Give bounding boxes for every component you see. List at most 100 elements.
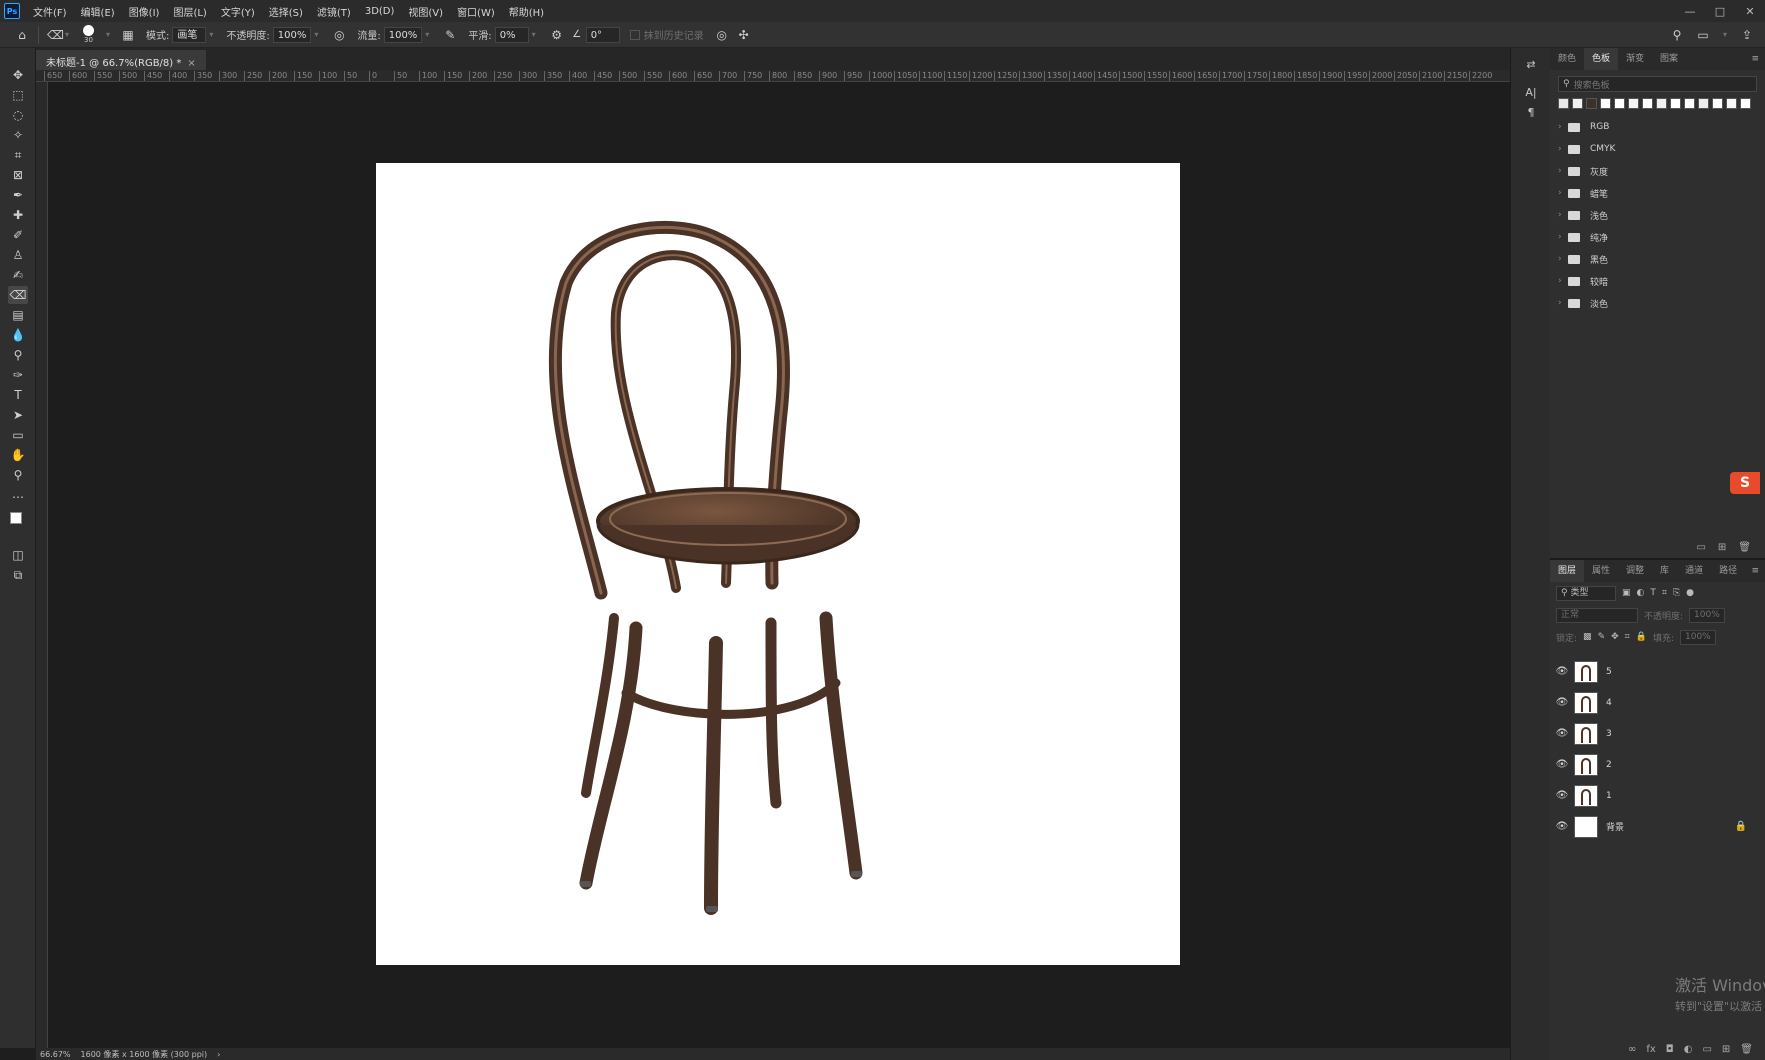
filter-adjustment-icon[interactable]: ◐ xyxy=(1637,588,1645,598)
layer-mask-icon[interactable]: ◘ xyxy=(1666,1044,1674,1055)
eye-icon[interactable]: 👁 xyxy=(1550,821,1574,832)
menu-type[interactable]: 文字(Y) xyxy=(214,4,262,19)
quick-mask-icon[interactable]: ◫ xyxy=(8,546,28,564)
document-canvas[interactable] xyxy=(376,163,1180,965)
layer-name[interactable]: 4 xyxy=(1606,698,1612,708)
layer-row[interactable]: 👁 背景 🔒 xyxy=(1550,811,1765,842)
close-window-button[interactable]: ✕ xyxy=(1735,5,1765,18)
history-panel-icon[interactable]: ⇄ xyxy=(1521,58,1541,76)
new-layer-icon[interactable]: ⊞ xyxy=(1722,1044,1730,1055)
paragraph-panel-icon[interactable]: ¶ xyxy=(1521,106,1541,124)
move-tool-icon[interactable]: ✥ xyxy=(8,66,28,84)
layer-style-icon[interactable]: fx xyxy=(1646,1044,1655,1055)
crop-tool-icon[interactable]: ⌗ xyxy=(8,146,28,164)
recent-swatch[interactable] xyxy=(1642,98,1653,109)
chevron-right-icon[interactable]: › xyxy=(1558,166,1568,176)
frame-tool-icon[interactable]: ⊠ xyxy=(8,166,28,184)
swatch-folder[interactable]: › 淡色 xyxy=(1550,292,1765,314)
symmetry-icon[interactable]: ✣ xyxy=(736,28,752,42)
brush-settings-icon[interactable]: ▦ xyxy=(120,28,136,42)
menu-view[interactable]: 视图(V) xyxy=(401,4,450,19)
swatch-folder[interactable]: › 蜡笔 xyxy=(1550,182,1765,204)
pressure-size-icon[interactable]: ◎ xyxy=(714,28,730,42)
new-group-icon[interactable]: ▭ xyxy=(1696,542,1705,553)
menu-help[interactable]: 帮助(H) xyxy=(502,4,551,19)
home-icon[interactable]: ⌂ xyxy=(14,28,30,42)
chevron-right-icon[interactable]: › xyxy=(1558,188,1568,198)
hand-tool-icon[interactable]: ✋ xyxy=(8,446,28,464)
layer-opacity-input[interactable]: 100% xyxy=(1689,607,1725,623)
tab-channels[interactable]: 通道 xyxy=(1677,560,1711,582)
dodge-tool-icon[interactable]: ⚲ xyxy=(8,346,28,364)
eraser-tool-preset-icon[interactable]: ⌫ xyxy=(47,28,64,42)
recent-swatch[interactable] xyxy=(1656,98,1667,109)
fill-input[interactable]: 100% xyxy=(1680,629,1716,645)
chevron-down-icon[interactable]: ▾ xyxy=(63,30,71,39)
airbrush-icon[interactable]: ✎ xyxy=(442,28,458,42)
filter-pixel-icon[interactable]: ▣ xyxy=(1622,588,1631,598)
tab-gradients[interactable]: 渐变 xyxy=(1618,48,1652,70)
filter-shape-icon[interactable]: ⌗ xyxy=(1662,588,1667,598)
lock-position-icon[interactable]: ✥ xyxy=(1611,632,1619,642)
swatch-folder[interactable]: › RGB xyxy=(1550,116,1765,138)
swatch-folder[interactable]: › CMYK xyxy=(1550,138,1765,160)
filter-type-icon[interactable]: T xyxy=(1650,588,1656,598)
brush-tool-icon[interactable]: ✐ xyxy=(8,226,28,244)
close-tab-icon[interactable]: × xyxy=(187,58,195,69)
eye-icon[interactable]: 👁 xyxy=(1550,759,1574,770)
chevron-down-icon[interactable]: ▾ xyxy=(104,30,112,39)
tab-patterns[interactable]: 图案 xyxy=(1652,48,1686,70)
history-brush-tool-icon[interactable]: ✍ xyxy=(8,266,28,284)
chevron-down-icon[interactable]: ▾ xyxy=(1721,30,1729,39)
zoom-tool-icon[interactable]: ⚲ xyxy=(8,466,28,484)
tab-libraries[interactable]: 库 xyxy=(1652,560,1677,582)
foreground-color[interactable] xyxy=(10,512,22,524)
panel-menu-icon[interactable]: ≡ xyxy=(1751,566,1759,576)
canvas-area[interactable] xyxy=(48,82,1510,1048)
chevron-right-icon[interactable]: › xyxy=(1558,254,1568,264)
color-swatches[interactable] xyxy=(8,510,28,540)
rectangle-tool-icon[interactable]: ▭ xyxy=(8,426,28,444)
lock-all-icon[interactable]: 🔒 xyxy=(1636,632,1647,642)
layer-row[interactable]: 👁 4 xyxy=(1550,687,1765,718)
blur-tool-icon[interactable]: 💧 xyxy=(8,326,28,344)
menu-edit[interactable]: 编辑(E) xyxy=(74,4,122,19)
recent-swatch[interactable] xyxy=(1684,98,1695,109)
recent-swatch[interactable] xyxy=(1726,98,1737,109)
link-layers-icon[interactable]: ∞ xyxy=(1628,1044,1636,1055)
type-tool-icon[interactable]: T xyxy=(8,386,28,404)
smoothing-input[interactable]: 0% xyxy=(494,26,529,43)
lock-artboard-icon[interactable]: ⌗ xyxy=(1625,632,1630,642)
pen-tool-icon[interactable]: ✑ xyxy=(8,366,28,384)
eyedropper-tool-icon[interactable]: ✒ xyxy=(8,186,28,204)
clone-stamp-tool-icon[interactable]: ♙ xyxy=(8,246,28,264)
blend-mode-select[interactable]: 正常 xyxy=(1556,607,1638,623)
menu-window[interactable]: 窗口(W) xyxy=(450,4,502,19)
swatch-folder[interactable]: › 黑色 xyxy=(1550,248,1765,270)
chevron-down-icon[interactable]: ▾ xyxy=(311,30,321,39)
chevron-right-icon[interactable]: › xyxy=(1558,122,1568,132)
chevron-right-icon[interactable]: › xyxy=(1558,210,1568,220)
vertical-ruler[interactable] xyxy=(36,82,48,1048)
tab-properties[interactable]: 属性 xyxy=(1584,560,1618,582)
tab-layers[interactable]: 图层 xyxy=(1550,560,1585,582)
recent-swatch[interactable] xyxy=(1712,98,1723,109)
erase-to-history-checkbox[interactable] xyxy=(629,29,640,40)
lock-pixels-icon[interactable]: ✎ xyxy=(1598,632,1606,642)
eraser-tool-icon[interactable]: ⌫ xyxy=(8,286,28,304)
chevron-down-icon[interactable]: ▾ xyxy=(529,30,539,39)
ime-badge[interactable]: S xyxy=(1730,472,1760,494)
gradient-tool-icon[interactable]: ▤ xyxy=(8,306,28,324)
angle-input[interactable]: 0° xyxy=(585,26,620,43)
recent-swatch[interactable] xyxy=(1628,98,1639,109)
recent-swatch[interactable] xyxy=(1600,98,1611,109)
opacity-input[interactable]: 100% xyxy=(272,26,312,43)
eye-icon[interactable]: 👁 xyxy=(1550,697,1574,708)
marquee-tool-icon[interactable]: ⬚ xyxy=(8,86,28,104)
chevron-down-icon[interactable]: ▾ xyxy=(206,30,216,39)
layer-filter-select[interactable]: ⚲ 类型 xyxy=(1556,585,1616,601)
tab-color[interactable]: 颜色 xyxy=(1550,48,1584,70)
tab-paths[interactable]: 路径 xyxy=(1711,560,1745,582)
menu-3d[interactable]: 3D(D) xyxy=(358,6,402,17)
flow-input[interactable]: 100% xyxy=(383,26,423,43)
